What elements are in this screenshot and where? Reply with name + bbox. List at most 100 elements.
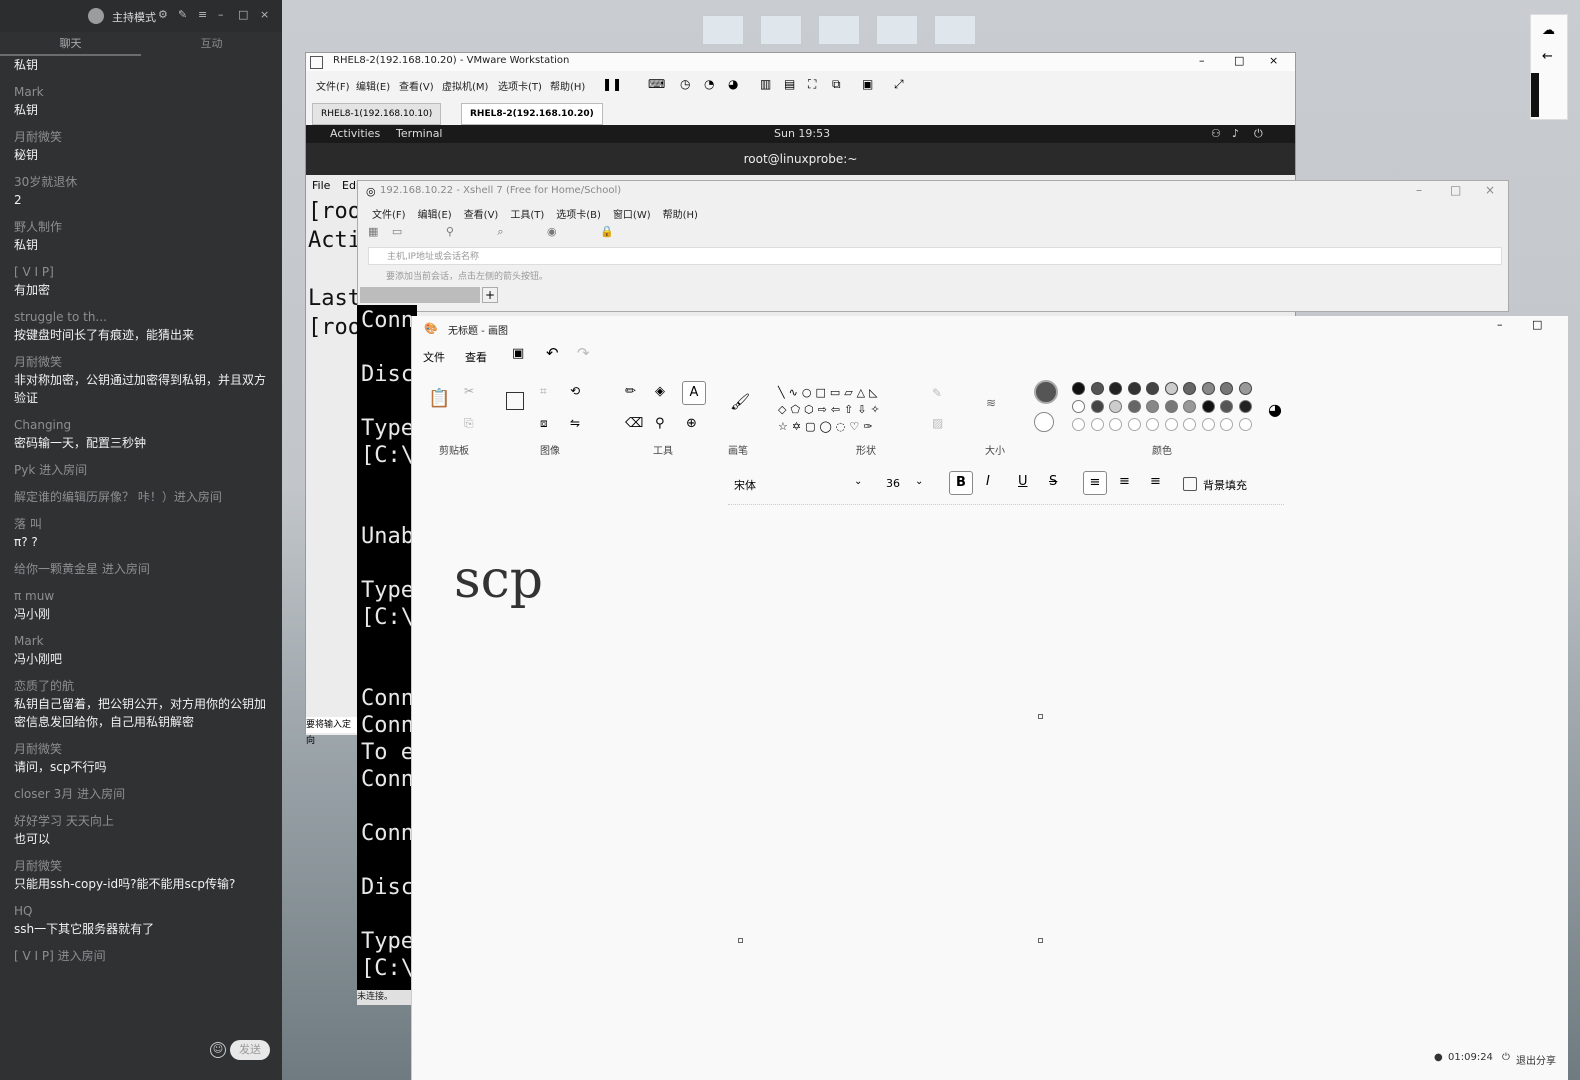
menu-help[interactable]: 帮助(H): [550, 78, 585, 93]
pause-icon[interactable]: ❚❚: [602, 77, 622, 91]
menu-tabs[interactable]: 选项卡(T): [498, 78, 542, 93]
xshell-menu-item[interactable]: 编辑(E): [418, 210, 452, 221]
fill-icon[interactable]: ◈: [655, 384, 665, 399]
console-view-icon[interactable]: ▤: [784, 77, 795, 91]
back-icon[interactable]: ←: [1542, 49, 1553, 64]
tab-interaction[interactable]: 互动: [141, 34, 282, 54]
color-swatch[interactable]: [1183, 418, 1196, 431]
color-swatch[interactable]: [1201, 400, 1215, 413]
fill-shape-icon[interactable]: ▨: [932, 416, 943, 430]
outline-icon[interactable]: ✎: [932, 386, 942, 400]
select-icon[interactable]: [506, 392, 524, 410]
menu-vm[interactable]: 虚拟机(M): [442, 78, 488, 93]
menu-view[interactable]: 查看(V): [399, 78, 434, 93]
color-swatch[interactable]: [1164, 400, 1178, 413]
chevron-down-icon[interactable]: ⌄: [854, 476, 862, 487]
color-swatch[interactable]: [1127, 418, 1141, 431]
clock[interactable]: Sun 19:53: [774, 125, 830, 143]
menu-view[interactable]: 查看: [465, 349, 487, 365]
color-swatch[interactable]: [1238, 400, 1252, 413]
minimize-icon[interactable]: –: [1497, 318, 1503, 331]
maximize-icon[interactable]: □: [238, 8, 248, 21]
strikethrough-button[interactable]: S: [1049, 474, 1057, 489]
undo-icon[interactable]: ↶: [546, 344, 559, 362]
font-name-select[interactable]: 宋体: [734, 477, 756, 493]
rotate-icon[interactable]: ⟲: [570, 384, 580, 398]
desktop-shortcut-icon[interactable]: [702, 15, 744, 45]
minimize-icon[interactable]: –: [1416, 183, 1422, 197]
copy-icon[interactable]: ⎘: [464, 416, 474, 431]
desktop-shortcut-icon[interactable]: [934, 15, 976, 45]
edit-colors-icon[interactable]: ◕: [1268, 400, 1282, 419]
color-swatch[interactable]: [1127, 400, 1141, 413]
chat-username[interactable]: 月耐微笑: [14, 128, 270, 146]
menu-edit[interactable]: 编辑(E): [356, 78, 390, 93]
chat-username[interactable]: Mark: [14, 83, 270, 101]
color-swatch[interactable]: [1146, 382, 1159, 395]
chat-username[interactable]: HQ: [14, 902, 270, 920]
snapshot-restore-icon[interactable]: ◔: [704, 77, 714, 91]
globe-icon[interactable]: ◉: [547, 225, 557, 238]
flip-icon[interactable]: ⇋: [570, 416, 580, 430]
fullscreen-icon[interactable]: ⛶: [808, 77, 816, 92]
maximize-icon[interactable]: □: [1450, 183, 1461, 197]
color-swatch[interactable]: [1183, 382, 1196, 395]
close-icon[interactable]: ×: [260, 8, 269, 21]
chat-username[interactable]: [ V I P]: [14, 263, 270, 281]
paste-icon[interactable]: 📋: [428, 388, 450, 409]
shapes-gallery[interactable]: ╲∿○□▭▱△◺ ◇⬠⬡⇨⇦⇧⇩✧ ☆✡▢◯◌♡✑: [778, 384, 908, 435]
color-swatch[interactable]: [1220, 382, 1233, 395]
menu-file[interactable]: 文件: [423, 349, 445, 365]
chat-username[interactable]: 落 叫: [14, 515, 270, 533]
send-ctrl-alt-del-icon[interactable]: ⌨: [648, 77, 665, 91]
color-swatch[interactable]: [1220, 400, 1233, 413]
lock-icon[interactable]: 🔒: [600, 225, 614, 238]
session-tab[interactable]: [360, 287, 480, 303]
tab-rhel8-2[interactable]: RHEL8-2(192.168.10.20): [461, 103, 603, 125]
color-swatch[interactable]: [1201, 382, 1215, 395]
color-swatch[interactable]: [1109, 418, 1122, 431]
chat-username[interactable]: 月耐微笑: [14, 740, 270, 758]
link-icon[interactable]: ⚲: [446, 225, 454, 238]
color-swatch[interactable]: [1146, 400, 1159, 413]
color-swatch[interactable]: [1164, 418, 1178, 431]
desktop-shortcut-icon[interactable]: [818, 15, 860, 45]
color-swatch[interactable]: [1238, 382, 1252, 395]
library-icon[interactable]: ▥: [760, 77, 771, 91]
network-icon[interactable]: ⚇: [1211, 125, 1221, 143]
color-swatch[interactable]: [1164, 382, 1178, 395]
color-swatch[interactable]: [1238, 418, 1252, 431]
color-swatch[interactable]: [1109, 382, 1122, 395]
open-folder-icon[interactable]: ▭: [392, 225, 402, 238]
chat-username[interactable]: 野人制作: [14, 218, 270, 236]
resize-icon[interactable]: ⧈: [540, 416, 548, 431]
color-swatch[interactable]: [1072, 400, 1085, 413]
exit-share-button[interactable]: 退出分享: [1516, 1052, 1556, 1067]
chat-username[interactable]: Changing: [14, 416, 270, 434]
size-icon[interactable]: ≋: [986, 396, 996, 410]
magnifier-icon[interactable]: ⊕: [686, 416, 697, 431]
stretch-icon[interactable]: ⤢: [894, 77, 904, 92]
canvas-text[interactable]: scp: [454, 550, 543, 610]
address-bar[interactable]: 主机,IP地址或会话名称: [368, 247, 1502, 265]
address-input[interactable]: 主机,IP地址或会话名称: [387, 249, 479, 262]
close-icon[interactable]: ×: [1485, 183, 1495, 197]
chat-username[interactable]: 月耐微笑: [14, 857, 270, 875]
snapshot-icon[interactable]: ◷: [680, 77, 690, 91]
align-center-button[interactable]: ≡: [1119, 474, 1130, 489]
terminal-icon[interactable]: ▣: [862, 77, 873, 91]
activities-button[interactable]: Activities: [330, 125, 380, 143]
color-swatch[interactable]: [1183, 400, 1196, 413]
pencil-icon[interactable]: ✏: [625, 384, 636, 399]
chat-icon[interactable]: ☁: [1542, 23, 1555, 38]
volume-icon[interactable]: ♪: [1232, 125, 1239, 143]
color-swatch[interactable]: [1201, 418, 1215, 431]
italic-button[interactable]: I: [986, 474, 990, 489]
minimize-icon[interactable]: –: [218, 8, 224, 21]
maximize-icon[interactable]: □: [1532, 318, 1542, 331]
xshell-menu-item[interactable]: 窗口(W): [613, 210, 651, 221]
chat-username[interactable]: 月耐微笑: [14, 353, 270, 371]
color-swatch[interactable]: [1090, 400, 1104, 413]
xshell-menu-item[interactable]: 工具(T): [510, 210, 544, 221]
edit-icon[interactable]: ✎: [178, 8, 187, 21]
